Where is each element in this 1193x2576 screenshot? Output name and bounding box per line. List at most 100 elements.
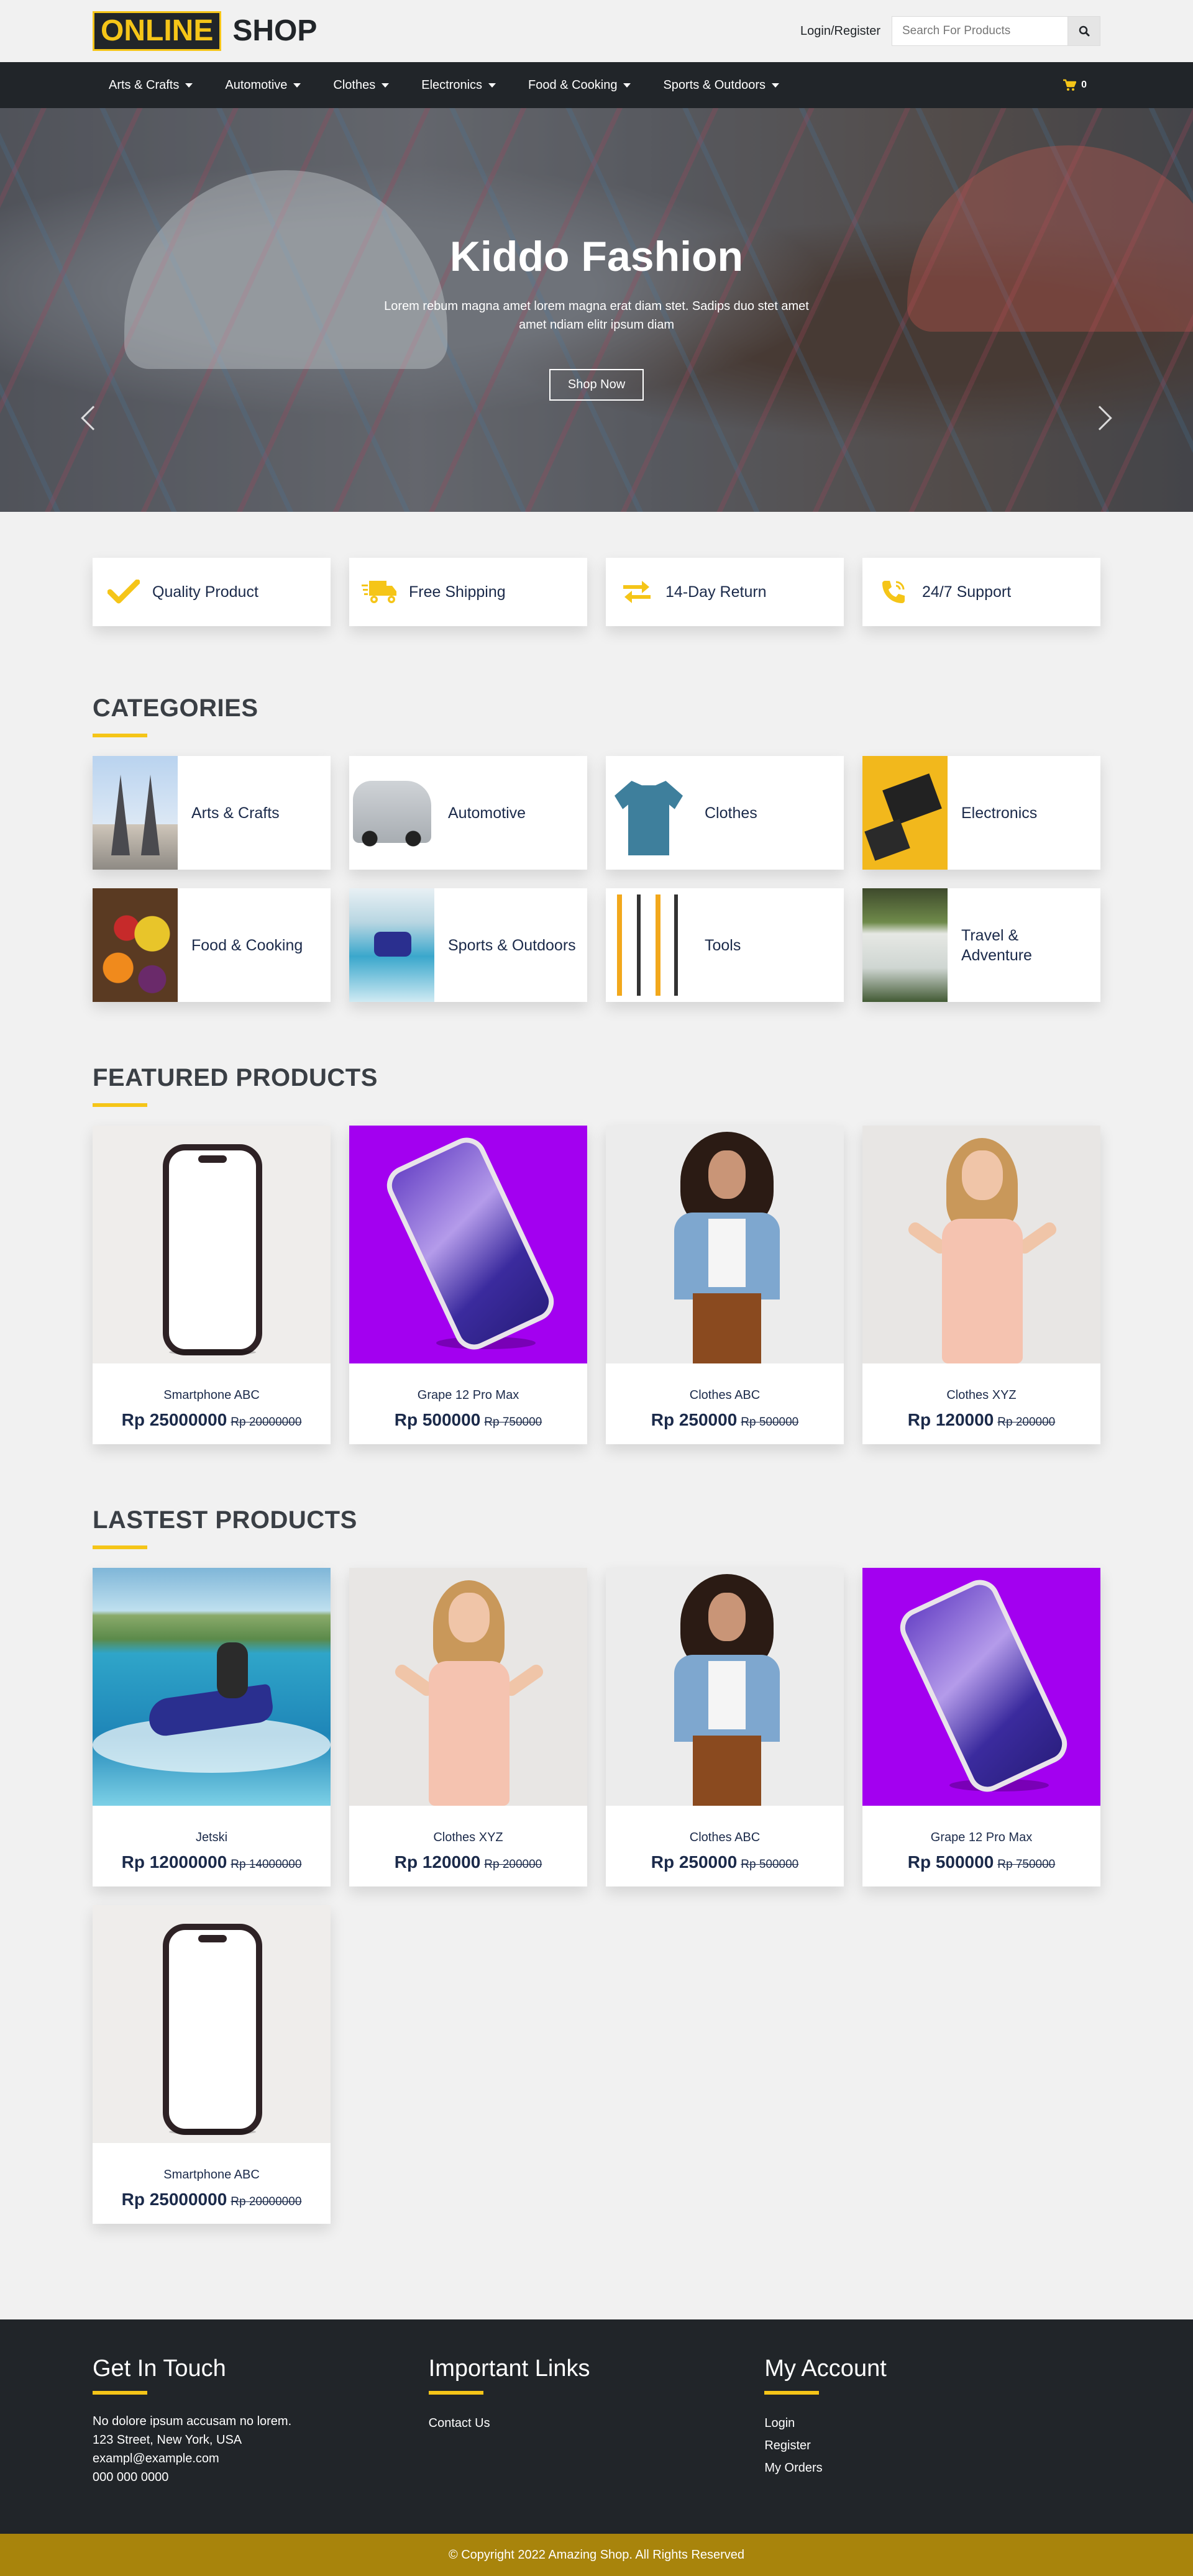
caret-down-icon xyxy=(293,83,301,88)
footer-link-my-orders[interactable]: My Orders xyxy=(764,2457,1100,2479)
feature-label: 14-Day Return xyxy=(665,583,767,601)
hero-text: Lorem rebum magna amet lorem magna erat … xyxy=(384,299,809,332)
cart-count: 0 xyxy=(1081,80,1087,90)
category-image xyxy=(349,756,434,870)
product-name: Smartphone ABC xyxy=(163,2168,260,2182)
search-button[interactable] xyxy=(1068,16,1100,46)
product-image xyxy=(93,1126,331,1363)
footer-address: 123 Street, New York, USA xyxy=(93,2433,242,2447)
category-label: Electronics xyxy=(961,804,1038,822)
nav-item-automotive[interactable]: Automotive xyxy=(209,78,317,93)
section-title: FEATURED PRODUCTS xyxy=(93,1064,378,1091)
search-input[interactable] xyxy=(892,16,1068,46)
phone-icon xyxy=(882,581,905,603)
truck-icon xyxy=(362,581,396,603)
category-card-electronics[interactable]: Electronics xyxy=(862,756,1100,870)
product-old-price: Rp 750000 xyxy=(997,1858,1056,1871)
category-label: Arts & Crafts xyxy=(191,804,280,822)
category-card-food-cooking[interactable]: Food & Cooking xyxy=(93,888,331,1002)
site-footer: Get In Touch No dolore ipsum accusam no … xyxy=(0,2319,1193,2534)
login-register-link[interactable]: Login/Register xyxy=(800,24,880,39)
product-price: Rp 12000000 xyxy=(121,1852,227,1872)
product-image xyxy=(349,1126,587,1363)
shop-now-button[interactable]: Shop Now xyxy=(549,369,644,401)
logo-part-shop: SHOP xyxy=(232,14,318,47)
product-card[interactable]: Grape 12 Pro Max Rp 500000 Rp 750000 xyxy=(862,1568,1100,1886)
product-image xyxy=(862,1126,1100,1363)
hero-carousel: Kiddo Fashion Lorem rebum magna amet lor… xyxy=(0,108,1193,512)
section-title: CATEGORIES xyxy=(93,694,258,722)
product-name: Grape 12 Pro Max xyxy=(417,1388,519,1402)
category-card-tools[interactable]: Tools xyxy=(606,888,844,1002)
category-label: Sports & Outdoors xyxy=(448,936,576,954)
category-image xyxy=(606,888,691,1002)
product-card[interactable]: Grape 12 Pro Max Rp 500000 Rp 750000 xyxy=(349,1126,587,1444)
product-card[interactable]: Smartphone ABC Rp 25000000 Rp 20000000 xyxy=(93,1126,331,1444)
product-name: Clothes XYZ xyxy=(433,1831,503,1844)
product-card[interactable]: Jetski Rp 12000000 Rp 14000000 xyxy=(93,1568,331,1886)
product-old-price: Rp 200000 xyxy=(484,1858,542,1871)
category-label: Automotive xyxy=(448,804,526,822)
feature-return: 14-Day Return xyxy=(606,558,844,626)
nav-item-arts-crafts[interactable]: Arts & Crafts xyxy=(93,78,209,93)
category-card-sports-outdoors[interactable]: Sports & Outdoors xyxy=(349,888,587,1002)
feature-support: 24/7 Support xyxy=(862,558,1100,626)
search-box xyxy=(892,16,1100,46)
title-underline xyxy=(93,2391,147,2395)
category-card-travel-adventure[interactable]: Travel & Adventure xyxy=(862,888,1100,1002)
feature-label: Quality Product xyxy=(152,583,258,601)
product-card[interactable]: Smartphone ABC Rp 25000000 Rp 20000000 xyxy=(93,1905,331,2224)
nav-item-sports-outdoors[interactable]: Sports & Outdoors xyxy=(647,78,795,93)
top-bar: ONLINE SHOP Login/Register xyxy=(0,0,1193,62)
product-name: Smartphone ABC xyxy=(163,1388,260,1402)
nav-item-electronics[interactable]: Electronics xyxy=(405,78,512,93)
category-image xyxy=(606,756,691,870)
category-image xyxy=(93,888,178,1002)
nav-item-label: Electronics xyxy=(421,78,483,92)
title-underline xyxy=(764,2391,820,2395)
product-name: Clothes ABC xyxy=(689,1831,761,1844)
footer-email: exampl@example.com xyxy=(93,2452,219,2465)
category-image xyxy=(93,756,178,870)
product-card[interactable]: Clothes ABC Rp 250000 Rp 500000 xyxy=(606,1126,844,1444)
nav-item-label: Automotive xyxy=(225,78,288,92)
site-logo[interactable]: ONLINE SHOP xyxy=(93,11,317,51)
caret-down-icon xyxy=(623,83,631,88)
nav-item-label: Sports & Outdoors xyxy=(663,78,766,92)
main-navbar: Arts & Crafts Automotive Clothes Electro… xyxy=(0,62,1193,108)
features-row: Quality Product Free Shipping 14-Day Ret… xyxy=(93,558,1100,626)
cart-button[interactable]: 0 xyxy=(1063,79,1100,91)
nav-item-label: Clothes xyxy=(333,78,376,92)
carousel-prev-icon[interactable] xyxy=(81,406,106,430)
latest-products-section: LASTEST PRODUCTS Jetski Rp 12000000 Rp 14… xyxy=(93,1506,1100,2224)
carousel-next-icon[interactable] xyxy=(1087,406,1112,430)
product-old-price: Rp 20000000 xyxy=(231,1416,302,1429)
product-name: Clothes XYZ xyxy=(946,1388,1017,1402)
category-label: Tools xyxy=(705,936,741,954)
footer-link-contact-us[interactable]: Contact Us xyxy=(429,2412,765,2434)
category-image xyxy=(862,888,948,1002)
category-card-arts-crafts[interactable]: Arts & Crafts xyxy=(93,756,331,870)
nav-item-food-cooking[interactable]: Food & Cooking xyxy=(512,78,647,93)
footer-text: No dolore ipsum accusam no lorem. xyxy=(93,2414,292,2428)
product-old-price: Rp 500000 xyxy=(741,1858,799,1871)
product-image xyxy=(606,1568,844,1806)
product-card[interactable]: Clothes XYZ Rp 120000 Rp 200000 xyxy=(349,1568,587,1886)
feature-label: 24/7 Support xyxy=(922,583,1012,601)
title-underline xyxy=(428,2391,483,2395)
footer-phone: 000 000 0000 xyxy=(93,2470,169,2484)
check-icon xyxy=(107,580,140,604)
footer-title: Get In Touch xyxy=(93,2355,226,2382)
category-card-automotive[interactable]: Automotive xyxy=(349,756,587,870)
category-card-clothes[interactable]: Clothes xyxy=(606,756,844,870)
product-card[interactable]: Clothes XYZ Rp 120000 Rp 200000 xyxy=(862,1126,1100,1444)
category-label: Clothes xyxy=(705,804,757,822)
product-price: Rp 250000 xyxy=(651,1410,738,1429)
footer-link-login[interactable]: Login xyxy=(764,2412,1100,2434)
nav-item-clothes[interactable]: Clothes xyxy=(317,78,405,93)
product-price: Rp 500000 xyxy=(907,1852,994,1872)
product-card[interactable]: Clothes ABC Rp 250000 Rp 500000 xyxy=(606,1568,844,1886)
product-image xyxy=(93,1905,331,2143)
footer-link-register[interactable]: Register xyxy=(764,2434,1100,2457)
caret-down-icon xyxy=(772,83,779,88)
